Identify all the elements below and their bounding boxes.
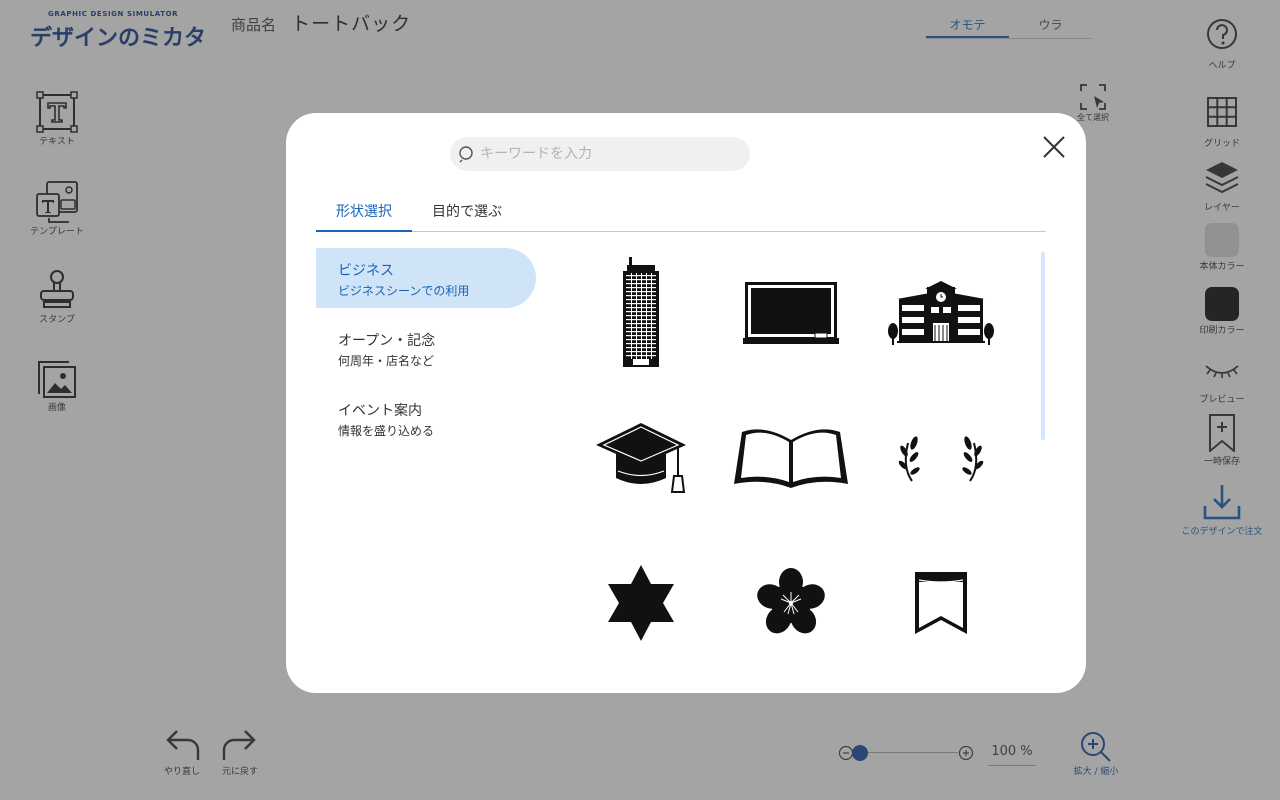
category-business[interactable]: ビジネス ビジネスシーンでの利用 [316,248,536,308]
graduation-cap-icon [596,423,686,493]
category-subtitle: 情報を盛り込める [338,424,435,438]
tab-purpose-select[interactable]: 目的で選ぶ [412,191,522,232]
modal-tabs: 形状選択 目的で選ぶ [316,191,1046,232]
stamp-item[interactable] [716,398,866,518]
category-title: オープン・記念 [338,333,436,349]
category-opening[interactable]: オープン・記念 何周年・店名など [316,318,536,378]
stamp-picker-modal: 形状選択 目的で選ぶ ビジネス ビジネスシーンでの利用 オープン・記念 何周年・… [286,113,1086,693]
bookmark-icon [915,572,967,634]
stamp-item[interactable] [566,253,716,373]
building-icon [623,257,659,367]
stamp-item[interactable] [716,253,866,373]
blackboard-icon [743,282,839,344]
stamp-item[interactable] [866,398,1016,518]
laurel-icon [898,436,984,482]
stamp-item[interactable] [866,543,1016,663]
stamp-item[interactable] [716,543,866,663]
category-list: ビジネス ビジネスシーンでの利用 オープン・記念 何周年・店名など イベント案内… [316,248,536,458]
open-book-icon [734,429,848,488]
category-subtitle: ビジネスシーンでの利用 [338,284,470,298]
search-icon [459,146,473,163]
stamp-item[interactable] [866,253,1016,373]
category-title: イベント案内 [338,403,422,419]
stamp-item[interactable] [566,543,716,663]
scrollbar[interactable] [1041,252,1045,440]
search-box [450,137,750,171]
stamp-item[interactable] [566,398,716,518]
search-input[interactable] [480,141,740,167]
tab-shape-select[interactable]: 形状選択 [316,191,412,232]
category-event[interactable]: イベント案内 情報を盛り込める [316,388,536,448]
category-subtitle: 何周年・店名など [338,354,435,368]
cherry-blossom-icon [757,568,825,634]
close-icon[interactable] [1040,133,1068,161]
category-title: ビジネス [338,263,394,279]
star-of-david-icon [608,565,674,641]
school-icon [888,281,994,345]
